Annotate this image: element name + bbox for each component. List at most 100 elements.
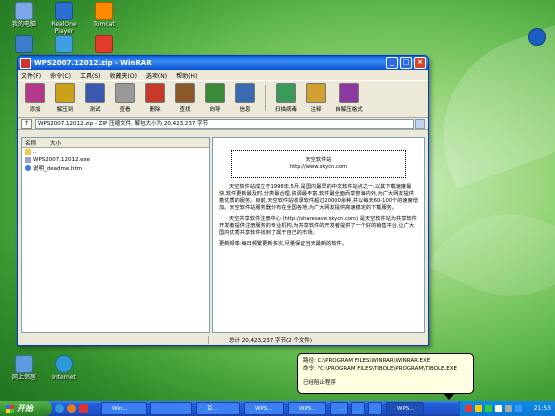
list-item[interactable]: .. bbox=[22, 148, 209, 156]
taskbar: 开始 Win... 百... WPS... WPS... ... WPS... … bbox=[0, 401, 555, 416]
app-icon bbox=[15, 35, 33, 53]
maximize-button[interactable]: □ bbox=[400, 57, 412, 69]
archive-path-field[interactable]: WPS2007.12012.zip - ZIP 压缩文件, 解包大小为 20,4… bbox=[35, 118, 414, 129]
taskbar-button[interactable] bbox=[368, 402, 382, 415]
file-name: .. bbox=[33, 149, 37, 155]
network-places-icon bbox=[15, 355, 33, 373]
info-button[interactable]: 信息 bbox=[231, 83, 259, 113]
tool-label: 信息 bbox=[239, 107, 251, 113]
menu-tools[interactable]: 工具(S) bbox=[80, 71, 101, 80]
desktop-icon-label: 网上邻居 bbox=[11, 374, 36, 381]
taskbar-button[interactable]: WPS... bbox=[244, 402, 284, 415]
title-bar[interactable]: WPS2007.12012.zip - WinRAR _ □ × bbox=[18, 56, 428, 70]
test-button[interactable]: 测试 bbox=[81, 83, 109, 113]
virus-scan-button[interactable]: 扫描病毒 bbox=[272, 83, 300, 113]
taskbar-button-active[interactable]: WPS... bbox=[386, 402, 424, 415]
column-size[interactable]: 大小 bbox=[50, 139, 61, 147]
list-item[interactable]: WPS2007.12012.exe bbox=[22, 156, 209, 164]
comment-button[interactable]: 注释 bbox=[302, 83, 330, 113]
blocked-program-balloon[interactable]: 路径: C:\PROGRAM FILES\WINRAR\WINRAR.EXE 命… bbox=[297, 353, 474, 400]
quick-launch bbox=[55, 404, 91, 413]
address-bar: ↑ WPS2007.12012.zip - ZIP 压缩文件, 解包大小为 20… bbox=[18, 118, 428, 130]
minimize-button[interactable]: _ bbox=[386, 57, 398, 69]
wallpaper-leaf bbox=[427, 184, 555, 326]
wizard-icon bbox=[205, 83, 225, 103]
my-computer-icon bbox=[15, 2, 33, 20]
winrar-window: WPS2007.12012.zip - WinRAR _ □ × 文件(F) 命… bbox=[17, 55, 429, 346]
desktop-icon-6[interactable] bbox=[82, 35, 126, 54]
file-list[interactable]: 名称 大小 .. WPS2007.12012.exe 说明_deadme.htm bbox=[21, 137, 210, 333]
tool-label: 删除 bbox=[149, 107, 161, 113]
desktop-icon-4[interactable] bbox=[2, 35, 46, 54]
tool-label: 添加 bbox=[29, 107, 41, 113]
site-name: 天空软件站 bbox=[305, 157, 332, 163]
tool-label: 查看 bbox=[119, 107, 131, 113]
taskbar-button[interactable]: 百... bbox=[196, 402, 240, 415]
view-button[interactable]: 查看 bbox=[111, 83, 139, 113]
find-button[interactable]: 查找 bbox=[171, 83, 199, 113]
tray-icon[interactable] bbox=[465, 405, 472, 412]
clock[interactable]: 21:53 bbox=[534, 401, 551, 416]
media-icon[interactable] bbox=[79, 404, 88, 413]
tool-label: 向导 bbox=[209, 107, 221, 113]
menu-help[interactable]: 帮助(H) bbox=[176, 71, 197, 80]
menu-file[interactable]: 文件(F) bbox=[21, 71, 41, 80]
taskbar-button[interactable]: WPS... bbox=[288, 402, 326, 415]
windows-logo-icon bbox=[6, 404, 14, 413]
app-icon bbox=[95, 35, 113, 53]
balloon-path: 路径: C:\PROGRAM FILES\WINRAR\WINRAR.EXE bbox=[303, 358, 431, 364]
add-icon bbox=[25, 83, 45, 103]
app-icon bbox=[528, 28, 546, 46]
file-list-header: 名称 大小 bbox=[22, 138, 209, 148]
firefox-icon[interactable] bbox=[67, 404, 76, 413]
add-button[interactable]: 添加 bbox=[21, 83, 49, 113]
info-icon bbox=[235, 83, 255, 103]
desktop-icon-realone[interactable]: RealOne Player bbox=[42, 2, 86, 35]
desktop-icon-label: Tomcat bbox=[93, 21, 115, 28]
menu-options[interactable]: 选项(N) bbox=[146, 71, 167, 80]
menu-favorites[interactable]: 收藏夹(O) bbox=[110, 71, 137, 80]
comment-banner: 天空软件站 http://www.skycn.com bbox=[231, 150, 406, 178]
volume-icon[interactable] bbox=[495, 405, 502, 412]
menu-commands[interactable]: 命令(C) bbox=[50, 71, 71, 80]
comment-icon bbox=[306, 83, 326, 103]
balloon-status: 已经阻止程序 bbox=[303, 380, 337, 386]
taskbar-button[interactable]: ... bbox=[330, 402, 348, 415]
security-icon[interactable] bbox=[515, 405, 522, 412]
desktop-icon-right[interactable] bbox=[525, 28, 549, 47]
desktop-icon-internet[interactable]: Internet bbox=[42, 355, 86, 381]
up-folder-button[interactable]: ↑ bbox=[21, 118, 32, 129]
delete-icon bbox=[145, 83, 165, 103]
archive-comment-pane[interactable]: 天空软件站 http://www.skycn.com 天空软件站成立于1998年… bbox=[212, 137, 425, 333]
desktop-icon-my-computer[interactable]: 我的电脑 bbox=[2, 2, 46, 28]
taskbar-button[interactable] bbox=[351, 402, 365, 415]
window-title: WPS2007.12012.zip - WinRAR bbox=[34, 59, 152, 67]
system-tray: 21:53 bbox=[459, 401, 555, 416]
list-item[interactable]: 说明_deadme.htm bbox=[22, 164, 209, 172]
content-panes: 名称 大小 .. WPS2007.12012.exe 说明_deadme.htm… bbox=[21, 137, 425, 333]
extract-to-button[interactable]: 解压到 bbox=[51, 83, 79, 113]
address-dropdown-button[interactable] bbox=[415, 118, 425, 129]
close-button[interactable]: × bbox=[414, 57, 426, 69]
desktop-icon-5[interactable] bbox=[42, 35, 86, 54]
taskbar-button[interactable] bbox=[150, 402, 192, 415]
file-name: 说明_deadme.htm bbox=[33, 166, 82, 172]
column-name[interactable]: 名称 bbox=[25, 139, 36, 147]
sfx-button[interactable]: 自解压格式 bbox=[332, 83, 366, 113]
ie-icon[interactable] bbox=[55, 404, 64, 413]
toolbar: 添加 解压到 测试 查看 删除 查找 向导 信息 扫描病毒 注释 自解压格式 bbox=[18, 81, 428, 118]
comment-paragraph: 更新频率:每日频繁更新多次,尽量保证当天最新的软件。 bbox=[219, 241, 347, 247]
tomcat-icon bbox=[95, 2, 113, 20]
delete-button[interactable]: 删除 bbox=[141, 83, 169, 113]
file-name: WPS2007.12012.exe bbox=[33, 157, 90, 163]
desktop-icon-tomcat[interactable]: Tomcat bbox=[82, 2, 126, 28]
network-icon[interactable] bbox=[505, 405, 512, 412]
desktop-icon-network[interactable]: 网上邻居 bbox=[2, 355, 46, 381]
wizard-button[interactable]: 向导 bbox=[201, 83, 229, 113]
tray-icon[interactable] bbox=[475, 405, 482, 412]
winrar-app-icon bbox=[20, 57, 31, 69]
taskbar-button-winrar[interactable]: Win... bbox=[101, 402, 147, 415]
tray-icon[interactable] bbox=[485, 405, 492, 412]
start-button[interactable]: 开始 bbox=[0, 401, 52, 416]
toolbar-separator bbox=[265, 85, 266, 111]
